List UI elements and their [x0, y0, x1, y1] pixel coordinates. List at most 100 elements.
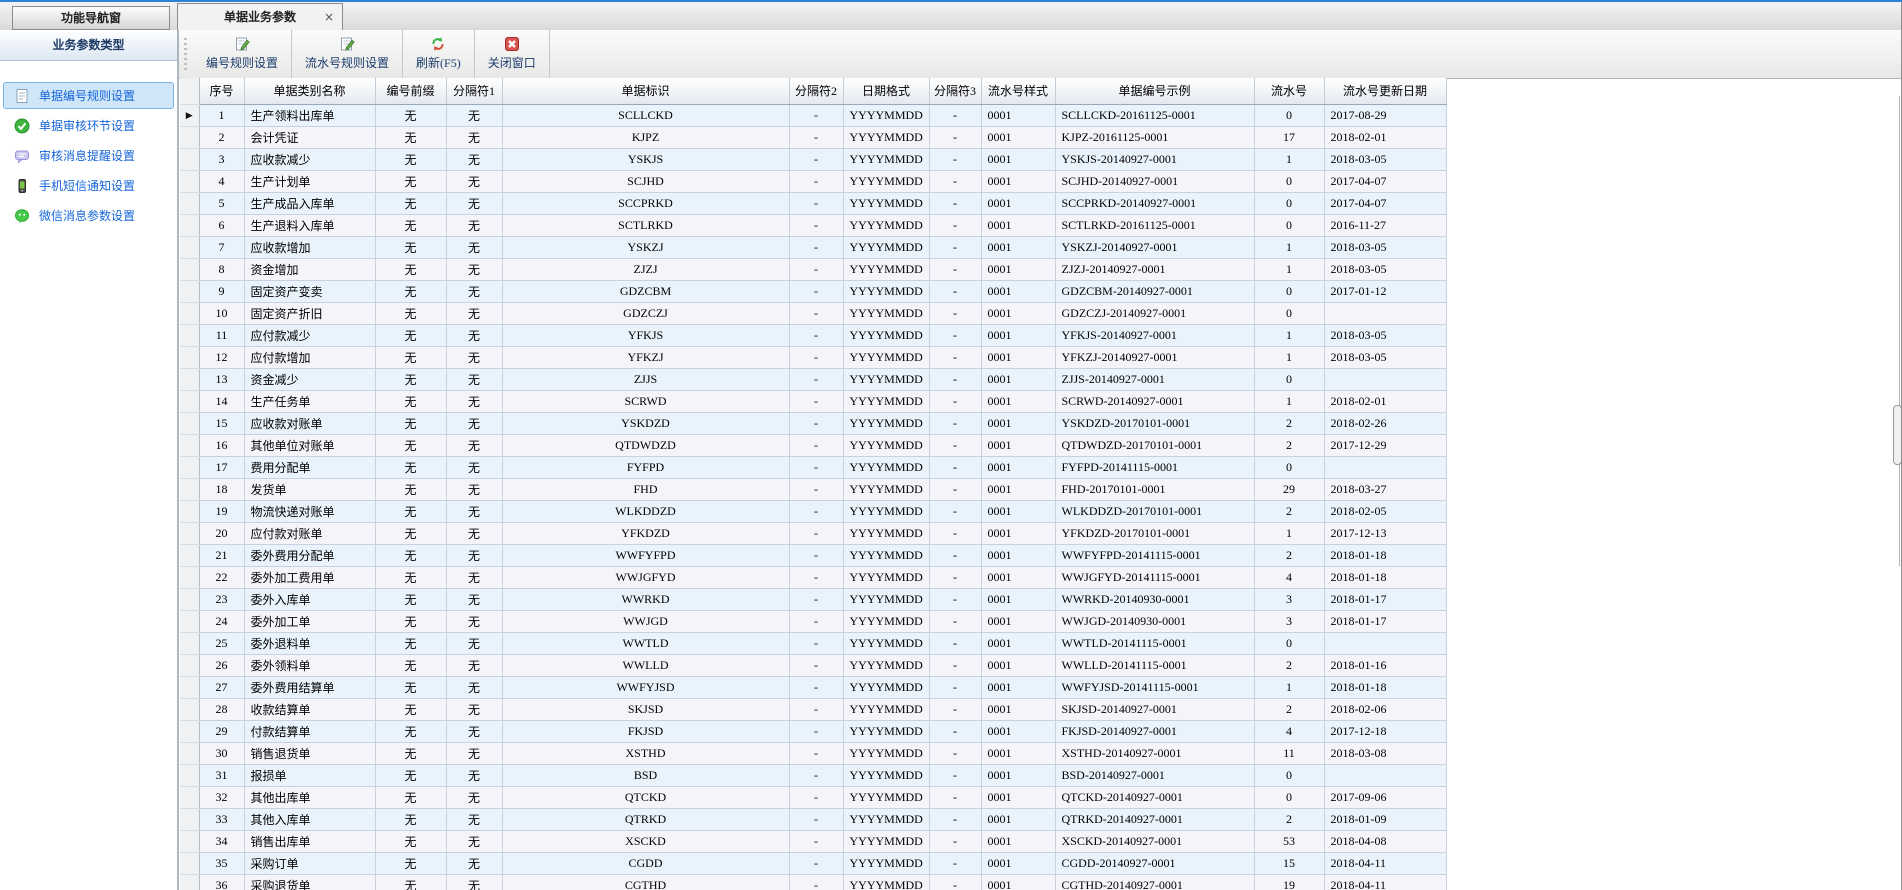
- cell: 2017-12-13: [1324, 522, 1446, 544]
- cell: 无: [375, 654, 446, 676]
- column-header-7[interactable]: 分隔符3: [929, 78, 981, 104]
- vertical-scrollbar-track[interactable]: [1899, 96, 1900, 566]
- cell: SKJSD-20140927-0001: [1055, 698, 1254, 720]
- cell: XSTHD: [502, 742, 789, 764]
- cell: 委外加工单: [244, 610, 375, 632]
- row-indicator: [180, 830, 199, 852]
- row-indicator: [180, 676, 199, 698]
- cell: 0001: [981, 214, 1055, 236]
- cell: YYYYMMDD: [843, 280, 929, 302]
- cell: 2018-01-18: [1324, 544, 1446, 566]
- cell: 应收款增加: [244, 236, 375, 258]
- cell: 2018-01-09: [1324, 808, 1446, 830]
- table-row[interactable]: 27委外费用结算单无无WWFYJSD-YYYYMMDD-0001WWFYJSD-…: [180, 676, 1446, 698]
- tab-function-nav[interactable]: 功能导航窗: [12, 6, 170, 30]
- cell: YYYYMMDD: [843, 148, 929, 170]
- table-row[interactable]: 9固定资产变卖无无GDZCBM-YYYYMMDD-0001GDZCBM-2014…: [180, 280, 1446, 302]
- table-row[interactable]: 23委外入库单无无WWRKD-YYYYMMDD-0001WWRKD-201409…: [180, 588, 1446, 610]
- tab-document-params[interactable]: 单据业务参数 ×: [177, 3, 343, 31]
- cell: 6: [199, 214, 244, 236]
- column-header-2[interactable]: 编号前缀: [375, 78, 446, 104]
- table-row[interactable]: 10固定资产折旧无无GDZCZJ-YYYYMMDD-0001GDZCZJ-201…: [180, 302, 1446, 324]
- table-row[interactable]: 20应付款对账单无无YFKDZD-YYYYMMDD-0001YFKDZD-201…: [180, 522, 1446, 544]
- table-row[interactable]: 36采购退货单无无CGTHD-YYYYMMDD-0001CGTHD-201409…: [180, 874, 1446, 890]
- cell: -: [789, 126, 843, 148]
- table-row[interactable]: 2会计凭证无无KJPZ-YYYYMMDD-0001KJPZ-20161125-0…: [180, 126, 1446, 148]
- cell: -: [929, 390, 981, 412]
- table-row[interactable]: 12应付款增加无无YFKZJ-YYYYMMDD-0001YFKZJ-201409…: [180, 346, 1446, 368]
- table-row[interactable]: 33其他入库单无无QTRKD-YYYYMMDD-0001QTRKD-201409…: [180, 808, 1446, 830]
- column-header-5[interactable]: 分隔符2: [789, 78, 843, 104]
- cell: 30: [199, 742, 244, 764]
- table-row[interactable]: 31报损单无无BSD-YYYYMMDD-0001BSD-20140927-000…: [180, 764, 1446, 786]
- column-header-6[interactable]: 日期格式: [843, 78, 929, 104]
- column-header-9[interactable]: 单据编号示例: [1055, 78, 1254, 104]
- table-row[interactable]: 28收款结算单无无SKJSD-YYYYMMDD-0001SKJSD-201409…: [180, 698, 1446, 720]
- table-row[interactable]: 15应收款对账单无无YSKDZD-YYYYMMDD-0001YSKDZD-201…: [180, 412, 1446, 434]
- cell: 无: [375, 148, 446, 170]
- cell: 无: [446, 236, 502, 258]
- cell: YYYYMMDD: [843, 764, 929, 786]
- cell: 26: [199, 654, 244, 676]
- cell: WLKDDZD: [502, 500, 789, 522]
- cell: 无: [446, 148, 502, 170]
- table-row[interactable]: 5生产成品入库单无无SCCPRKD-YYYYMMDD-0001SCCPRKD-2…: [180, 192, 1446, 214]
- table-row[interactable]: 32其他出库单无无QTCKD-YYYYMMDD-0001QTCKD-201409…: [180, 786, 1446, 808]
- table-row[interactable]: 18发货单无无FHD-YYYYMMDD-0001FHD-20170101-000…: [180, 478, 1446, 500]
- table-row[interactable]: 24委外加工单无无WWJGD-YYYYMMDD-0001WWJGD-201409…: [180, 610, 1446, 632]
- table-row[interactable]: 29付款结算单无无FKJSD-YYYYMMDD-0001FKJSD-201409…: [180, 720, 1446, 742]
- sidebar-item-3[interactable]: 手机短信通知设置: [3, 172, 174, 199]
- sidebar-item-4[interactable]: 微信消息参数设置: [3, 202, 174, 229]
- table-row[interactable]: 14生产任务单无无SCRWD-YYYYMMDD-0001SCRWD-201409…: [180, 390, 1446, 412]
- table-row[interactable]: 6生产退料入库单无无SCTLRKD-YYYYMMDD-0001SCTLRKD-2…: [180, 214, 1446, 236]
- column-header-10[interactable]: 流水号: [1254, 78, 1324, 104]
- cell: 0001: [981, 654, 1055, 676]
- table-row[interactable]: 26委外领料单无无WWLLD-YYYYMMDD-0001WWLLD-201411…: [180, 654, 1446, 676]
- table-row[interactable]: 25委外退料单无无WWTLD-YYYYMMDD-0001WWTLD-201411…: [180, 632, 1446, 654]
- cell: YFKZJ-20140927-0001: [1055, 346, 1254, 368]
- table-row[interactable]: 35采购订单无无CGDD-YYYYMMDD-0001CGDD-20140927-…: [180, 852, 1446, 874]
- table-row[interactable]: 13资金减少无无ZJJS-YYYYMMDD-0001ZJJS-20140927-…: [180, 368, 1446, 390]
- column-header-3[interactable]: 分隔符1: [446, 78, 502, 104]
- column-header-1[interactable]: 单据类别名称: [244, 78, 375, 104]
- toolbar-button-2[interactable]: 刷新(F5): [403, 30, 475, 78]
- cell: WWJGD: [502, 610, 789, 632]
- table-row[interactable]: 19物流快递对账单无无WLKDDZD-YYYYMMDD-0001WLKDDZD-…: [180, 500, 1446, 522]
- toolbar-button-1[interactable]: 流水号规则设置: [292, 30, 403, 78]
- column-header-11[interactable]: 流水号更新日期: [1324, 78, 1446, 104]
- sidebar-item-1[interactable]: 单据审核环节设置: [3, 112, 174, 139]
- column-header-4[interactable]: 单据标识: [502, 78, 789, 104]
- toolbar-button-3[interactable]: 关闭窗口: [475, 30, 550, 78]
- column-header-8[interactable]: 流水号样式: [981, 78, 1055, 104]
- cell: 2: [1254, 654, 1324, 676]
- row-indicator: [180, 390, 199, 412]
- close-window-icon: [504, 36, 520, 52]
- table-row[interactable]: 22委外加工费用单无无WWJGFYD-YYYYMMDD-0001WWJGFYD-…: [180, 566, 1446, 588]
- column-header-0[interactable]: 序号: [199, 78, 244, 104]
- sidebar-item-2[interactable]: 审核消息提醒设置: [3, 142, 174, 169]
- table-row[interactable]: 17费用分配单无无FYFPD-YYYYMMDD-0001FYFPD-201411…: [180, 456, 1446, 478]
- row-indicator: [180, 874, 199, 890]
- table-row[interactable]: 7应收款增加无无YSKZJ-YYYYMMDD-0001YSKZJ-2014092…: [180, 236, 1446, 258]
- table-row[interactable]: 16其他单位对账单无无QTDWDZD-YYYYMMDD-0001QTDWDZD-…: [180, 434, 1446, 456]
- table-row[interactable]: 11应付款减少无无YFKJS-YYYYMMDD-0001YFKJS-201409…: [180, 324, 1446, 346]
- table-row[interactable]: 4生产计划单无无SCJHD-YYYYMMDD-0001SCJHD-2014092…: [180, 170, 1446, 192]
- cell: 0001: [981, 500, 1055, 522]
- table-row[interactable]: 8资金增加无无ZJZJ-YYYYMMDD-0001ZJZJ-20140927-0…: [180, 258, 1446, 280]
- cell: BSD: [502, 764, 789, 786]
- table-row[interactable]: ▶1生产领料出库单无无SCLLCKD-YYYYMMDD-0001SCLLCKD-…: [180, 104, 1446, 126]
- table-row[interactable]: 3应收款减少无无YSKJS-YYYYMMDD-0001YSKJS-2014092…: [180, 148, 1446, 170]
- cell: 0001: [981, 742, 1055, 764]
- cell: 无: [446, 214, 502, 236]
- table-row[interactable]: 34销售出库单无无XSCKD-YYYYMMDD-0001XSCKD-201409…: [180, 830, 1446, 852]
- cell: 2018-02-05: [1324, 500, 1446, 522]
- sidebar-item-0[interactable]: 单据编号规则设置: [3, 82, 174, 109]
- toolbar-grip-handle[interactable]: [182, 36, 191, 72]
- table-row[interactable]: 21委外费用分配单无无WWFYFPD-YYYYMMDD-0001WWFYFPD-…: [180, 544, 1446, 566]
- table-row[interactable]: 30销售退货单无无XSTHD-YYYYMMDD-0001XSTHD-201409…: [180, 742, 1446, 764]
- close-icon[interactable]: ×: [324, 4, 334, 30]
- toolbar-button-0[interactable]: 编号规则设置: [193, 30, 292, 78]
- cell: 2018-02-26: [1324, 412, 1446, 434]
- row-indicator: [180, 478, 199, 500]
- cell: 无: [446, 808, 502, 830]
